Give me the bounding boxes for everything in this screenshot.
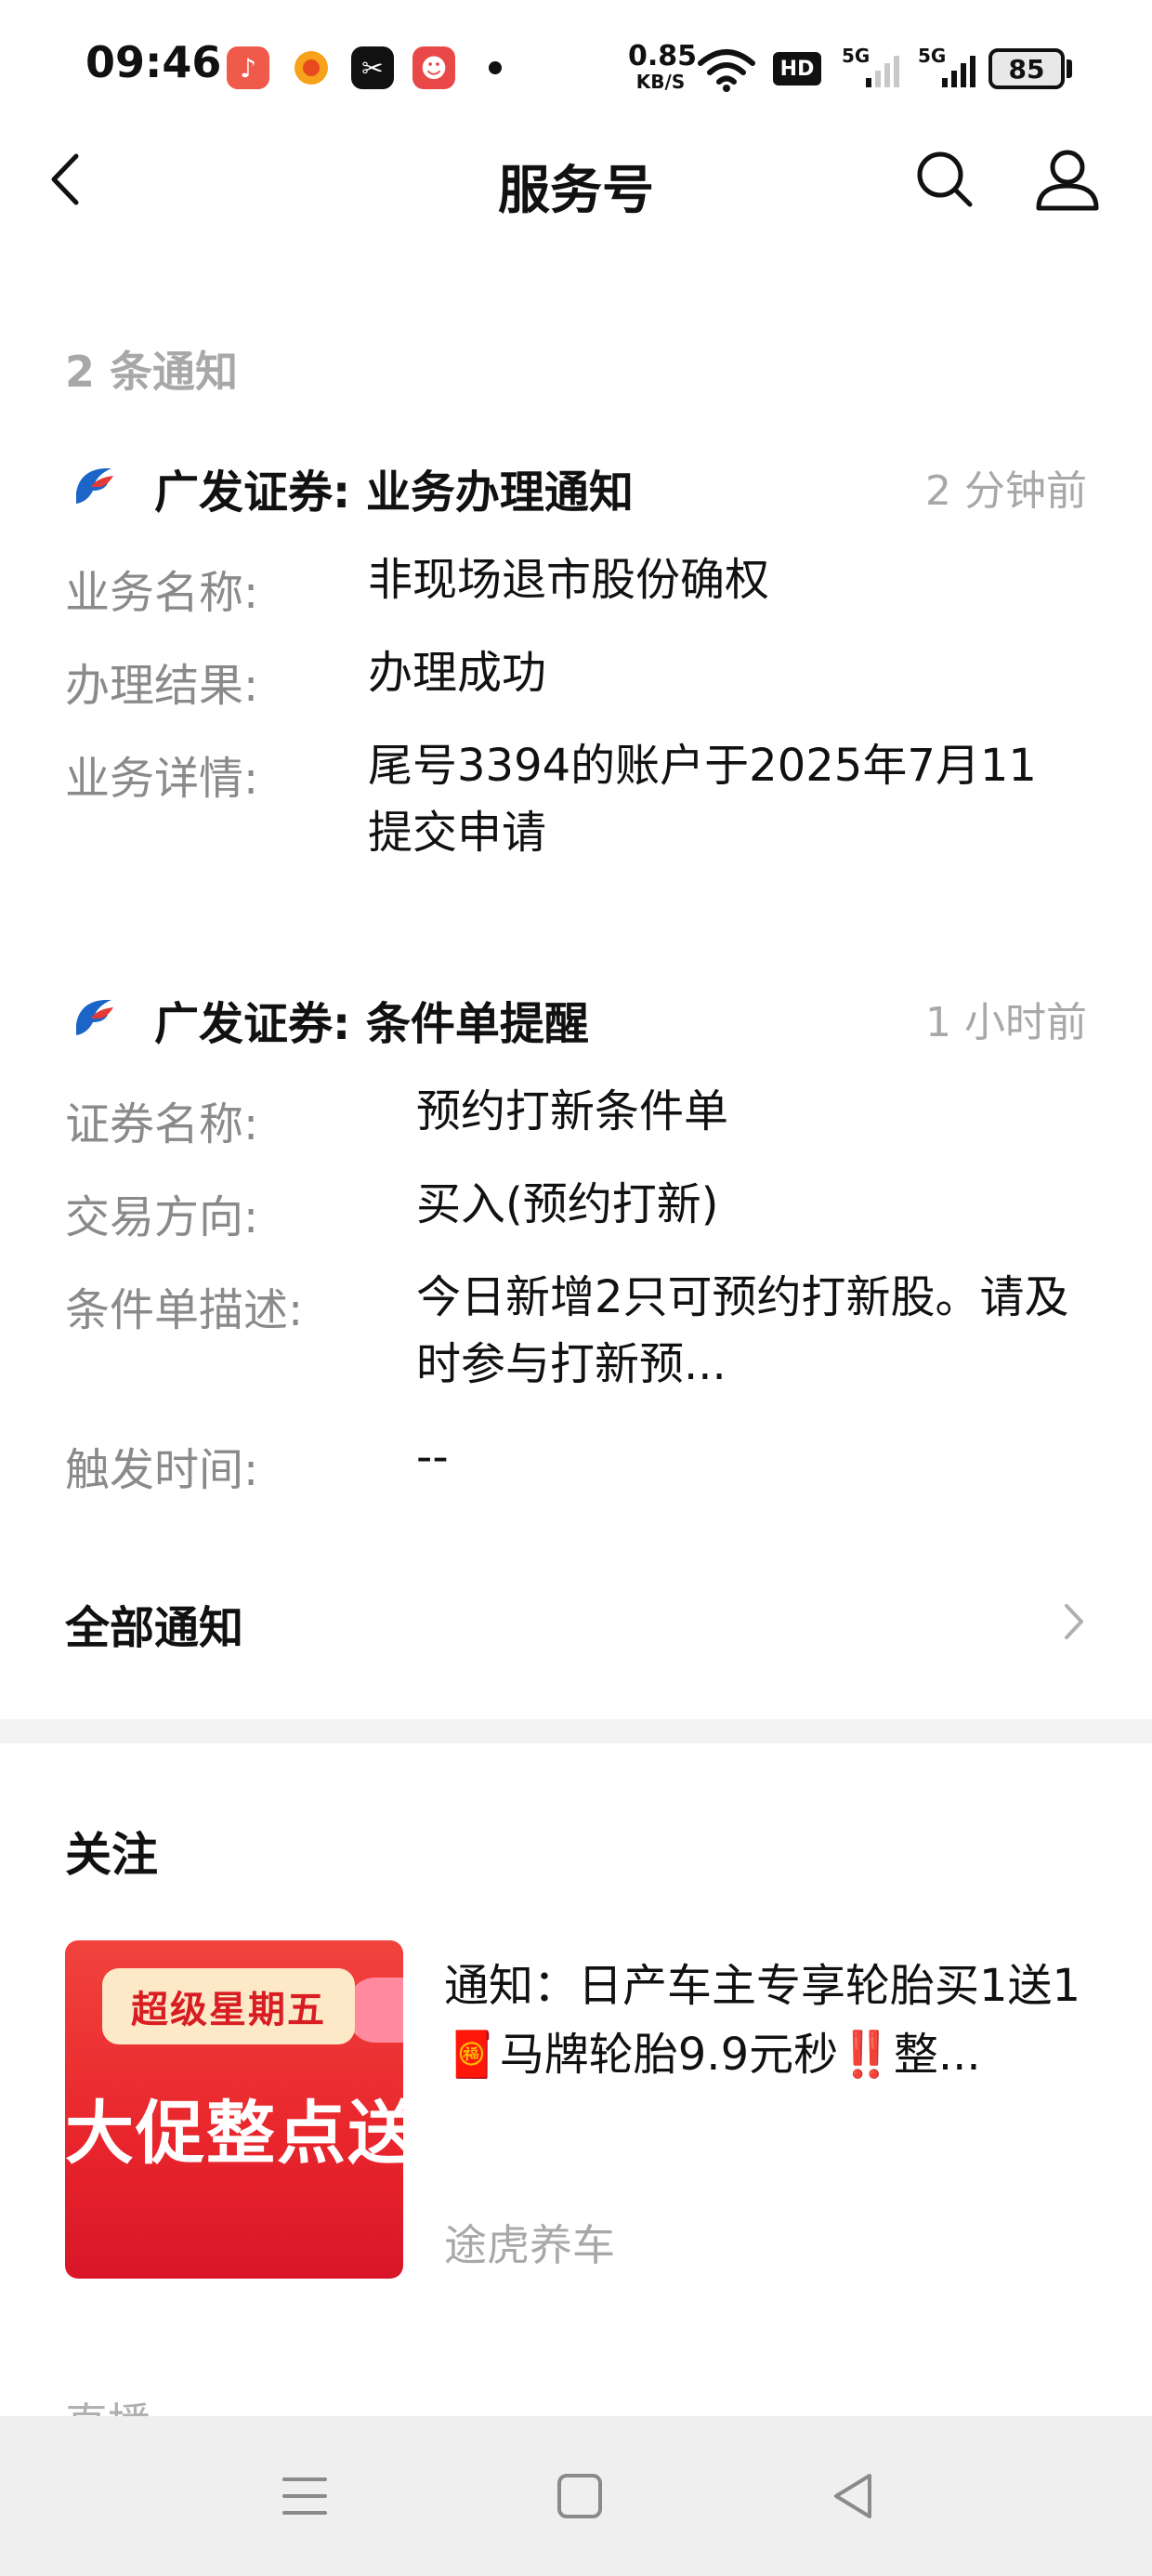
notification-card-2[interactable]: 广发证券: 条件单提醒 1 小时前 证券名称: 预约打新条件单 交易方向: 买入… [0,968,1152,1526]
promo-thumbnail[interactable]: 超级星期五 大促整点送 [65,1940,403,2279]
notification-title: 广发证券: 业务办理通知 [154,467,634,519]
field-label: 交易方向: [65,1191,259,1243]
wifi-icon [697,46,756,97]
triangle-back-icon [834,2474,871,2518]
promo-tag: 超级星期五 [102,1968,355,2044]
field-label: 触发时间: [65,1444,259,1496]
home-square-icon [557,2474,602,2518]
menu-icon [282,2477,327,2515]
search-button[interactable] [912,147,977,212]
notification-time: 2 分钟前 [925,467,1087,515]
field-label: 业务名称: [65,567,259,619]
notification-count: 2 条通知 [65,347,239,397]
promo-headline: 大促整点送 [65,2094,403,2174]
system-nav-bar [0,2416,1152,2576]
following-card-text: 通知：日产车主专享轮胎买1送1🧧马牌轮胎9.9元秒‼️整... [444,1960,1081,2081]
notification-dot-icon [489,61,502,74]
field-label: 业务详情: [65,753,259,805]
profile-button[interactable] [1033,145,1102,214]
field-value: 办理成功 [368,647,547,699]
section-divider [0,1719,1152,1743]
status-time: 09:46 [85,37,222,87]
battery-indicator: 85 [988,48,1065,89]
field-value: 预约打新条件单 [416,1085,729,1137]
field-value: -- [416,1431,449,1483]
chevron-right-icon [1059,1598,1087,1645]
notification-title: 广发证券: 条件单提醒 [154,998,589,1050]
field-label: 办理结果: [65,660,259,712]
promo-tag-corner [347,1978,403,2043]
field-value: 非现场退市股份确权 [368,554,770,606]
all-notifications-label: 全部通知 [65,1602,244,1654]
field-label: 证券名称: [65,1098,259,1150]
notification-card-1[interactable]: 广发证券: 业务办理通知 2 分钟前 业务名称: 非现场退市股份确权 办理结果:… [0,437,1152,883]
gf-securities-logo-icon [67,991,121,1045]
field-value: 尾号3394的账户于2025年7月11提交申请 [368,740,1037,859]
network-speed: 0.85 KB/S [628,40,698,93]
taobao-app-icon [290,46,333,89]
user-icon [1036,150,1099,211]
hd-badge: HD [773,52,821,85]
back-nav-button[interactable] [827,2468,879,2524]
capcut-app-icon: ✂ [351,46,394,89]
notification-time: 1 小时前 [925,999,1087,1046]
live-section-title: 直播 [65,2390,151,2418]
signal-bars-1-icon [862,52,903,93]
following-card-source: 途虎养车 [444,2220,615,2270]
gf-securities-logo-icon [67,459,121,513]
search-icon [917,151,973,207]
home-button[interactable] [554,2470,606,2522]
battery-cap-icon [1067,59,1072,78]
music-app-icon: ♪ [227,46,269,89]
field-value: 今日新增2只可预约打新股。请及时参与打新预... [416,1271,1069,1390]
following-section-title: 关注 [65,1828,158,1882]
signal-bars-2-icon [938,52,979,93]
menu-button[interactable] [277,2470,333,2522]
pinduoduo-app-icon: ☻ [412,46,455,89]
field-label: 条件单描述: [65,1284,304,1336]
status-bar: 09:46 ♪ ✂ ☻ 0.85 KB/S HD 5G 5G 85 [0,0,1152,139]
field-value: 买入(预约打新) [416,1178,719,1230]
page-title: 服务号 [498,161,654,221]
